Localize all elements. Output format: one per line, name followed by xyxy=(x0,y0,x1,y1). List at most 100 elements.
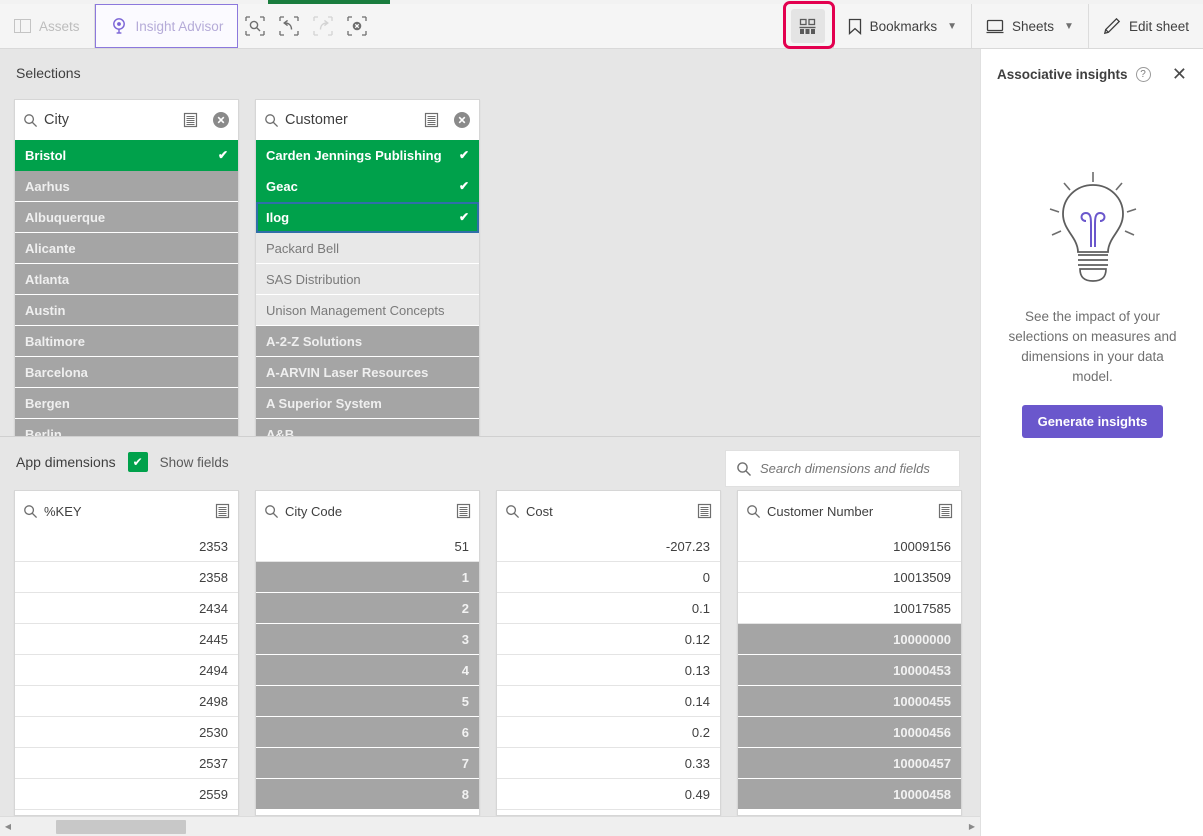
listbox-row[interactable]: SAS Distribution xyxy=(256,264,479,295)
search-icon[interactable] xyxy=(505,504,520,519)
listbox-row[interactable]: 1 xyxy=(256,562,479,593)
listbox-row[interactable]: Austin xyxy=(15,295,238,326)
listbox-row[interactable]: Baltimore xyxy=(15,326,238,357)
listbox-row[interactable]: 6 xyxy=(256,717,479,748)
listbox-row[interactable]: 10000457 xyxy=(738,748,961,779)
listbox-row[interactable]: 10000453 xyxy=(738,655,961,686)
listbox-menu-icon[interactable] xyxy=(938,503,953,519)
selections-listbox-row: City Bristol ✔ Aarhus Albuquerque Alicante Atl… xyxy=(14,99,480,436)
listbox-menu-icon[interactable] xyxy=(215,503,230,519)
listbox-row[interactable]: 51 xyxy=(256,531,479,562)
scrollbar-thumb[interactable] xyxy=(56,819,186,834)
listbox-row[interactable]: Geac ✔ xyxy=(256,171,479,202)
search-icon[interactable] xyxy=(746,504,761,519)
clear-all-selections-button[interactable] xyxy=(340,4,374,48)
listbox-row[interactable]: 10000456 xyxy=(738,717,961,748)
listbox-row[interactable]: 2358 xyxy=(15,562,238,593)
insight-advisor-button[interactable]: Insight Advisor xyxy=(94,4,239,48)
close-icon[interactable]: ✕ xyxy=(1170,65,1189,83)
listbox-row[interactable]: A-2-Z Solutions xyxy=(256,326,479,357)
step-forward-button[interactable] xyxy=(306,4,340,48)
listbox-row-label: 0 xyxy=(702,569,710,585)
listbox-menu-icon[interactable] xyxy=(456,503,471,519)
listbox-row[interactable]: 2494 xyxy=(15,655,238,686)
clear-selection-icon[interactable] xyxy=(453,111,471,129)
horizontal-scrollbar[interactable]: ◀ ▶ xyxy=(0,816,980,836)
listbox-row[interactable]: A&B xyxy=(256,419,479,436)
listbox-row[interactable]: 0.12 xyxy=(497,624,720,655)
clear-selection-icon[interactable] xyxy=(212,111,230,129)
app-dimensions-listbox-row: %KEY 2353 2358 2434 2445 2494 2498 2530 2537 2559… xyxy=(14,490,962,816)
listbox-row[interactable]: A-ARVIN Laser Resources xyxy=(256,357,479,388)
search-input[interactable] xyxy=(760,461,949,476)
listbox-row[interactable]: 10000455 xyxy=(738,686,961,717)
listbox-title: City Code xyxy=(285,503,343,519)
search-icon[interactable] xyxy=(264,504,279,519)
listbox-row[interactable]: 0.1 xyxy=(497,593,720,624)
listbox-row[interactable]: 3 xyxy=(256,624,479,655)
scroll-right-arrow-icon[interactable]: ▶ xyxy=(964,817,980,836)
listbox-row[interactable]: 10013509 xyxy=(738,562,961,593)
listbox-row[interactable]: 0.2 xyxy=(497,717,720,748)
listbox-row[interactable]: 2498 xyxy=(15,686,238,717)
listbox-row[interactable]: 2530 xyxy=(15,717,238,748)
listbox-row[interactable]: 7 xyxy=(256,748,479,779)
dimensions-search-box[interactable] xyxy=(725,450,960,487)
step-back-button[interactable] xyxy=(272,4,306,48)
listbox-row[interactable]: 4 xyxy=(256,655,479,686)
generate-insights-button[interactable]: Generate insights xyxy=(1021,405,1164,438)
listbox-row[interactable]: 0.49 xyxy=(497,779,720,810)
sheets-button[interactable]: Sheets ▼ xyxy=(971,4,1088,48)
listbox-row[interactable]: Bergen xyxy=(15,388,238,419)
listbox-row[interactable]: Unison Management Concepts xyxy=(256,295,479,326)
show-fields-label[interactable]: Show fields xyxy=(160,455,229,470)
listbox-row[interactable]: 0 xyxy=(497,562,720,593)
show-fields-checkbox[interactable]: ✔ xyxy=(127,452,148,472)
selections-tool-button[interactable] xyxy=(790,9,825,43)
listbox-row[interactable]: 0.33 xyxy=(497,748,720,779)
scroll-left-arrow-icon[interactable]: ◀ xyxy=(0,817,16,836)
listbox-menu-icon[interactable] xyxy=(697,503,712,519)
edit-sheet-button[interactable]: Edit sheet xyxy=(1087,4,1203,48)
listbox-row[interactable]: Aarhus xyxy=(15,171,238,202)
listbox-row[interactable]: Ilog ✔ xyxy=(256,202,479,233)
listbox-row[interactable]: Berlin xyxy=(15,419,238,436)
listbox-row-label: Atlanta xyxy=(25,271,70,287)
listbox-row[interactable]: Packard Bell xyxy=(256,233,479,264)
listbox-row[interactable]: Barcelona xyxy=(15,357,238,388)
listbox-row[interactable]: 0.13 xyxy=(497,655,720,686)
listbox-row[interactable]: Bristol ✔ xyxy=(15,140,238,171)
help-icon[interactable]: ? xyxy=(1135,66,1151,82)
selection-search-button[interactable] xyxy=(238,4,272,48)
search-icon[interactable] xyxy=(264,113,279,128)
listbox-header: Cost xyxy=(497,491,720,531)
search-icon[interactable] xyxy=(23,113,38,128)
listbox-row[interactable]: 0.14 xyxy=(497,686,720,717)
listbox-header: City xyxy=(15,100,238,140)
listbox-row[interactable]: 10009156 xyxy=(738,531,961,562)
scrollbar-track[interactable] xyxy=(16,817,964,836)
listbox-row[interactable]: -207.23 xyxy=(497,531,720,562)
listbox-row[interactable]: 2 xyxy=(256,593,479,624)
listbox-row[interactable]: 2559 xyxy=(15,779,238,810)
listbox-row[interactable]: Albuquerque xyxy=(15,202,238,233)
listbox-row[interactable]: Atlanta xyxy=(15,264,238,295)
listbox-row[interactable]: 2537 xyxy=(15,748,238,779)
listbox-row[interactable]: Carden Jennings Publishing ✔ xyxy=(256,140,479,171)
listbox-row[interactable]: 8 xyxy=(256,779,479,810)
listbox-row[interactable]: 2445 xyxy=(15,624,238,655)
listbox-row-label: Geac xyxy=(266,178,298,194)
assets-button[interactable]: Assets xyxy=(0,4,95,48)
listbox-row[interactable]: 10000458 xyxy=(738,779,961,810)
listbox-row[interactable]: 2434 xyxy=(15,593,238,624)
listbox-row[interactable]: A Superior System xyxy=(256,388,479,419)
listbox-menu-icon[interactable] xyxy=(424,112,439,128)
listbox-row[interactable]: 5 xyxy=(256,686,479,717)
bookmarks-button[interactable]: Bookmarks ▼ xyxy=(832,4,971,48)
listbox-menu-icon[interactable] xyxy=(183,112,198,128)
search-icon[interactable] xyxy=(23,504,38,519)
listbox-row[interactable]: 10000000 xyxy=(738,624,961,655)
listbox-row[interactable]: 10017585 xyxy=(738,593,961,624)
listbox-row[interactable]: 2353 xyxy=(15,531,238,562)
listbox-row[interactable]: Alicante xyxy=(15,233,238,264)
